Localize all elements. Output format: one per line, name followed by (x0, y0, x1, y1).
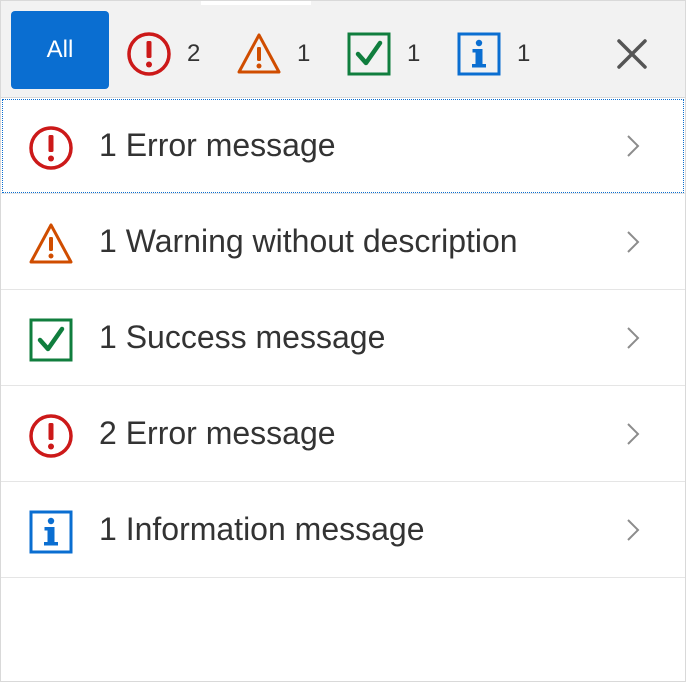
popover-arrow-notch (201, 1, 311, 5)
filter-error-button[interactable]: 2 (125, 29, 200, 79)
message-item[interactable]: 1 Error message (1, 98, 685, 194)
info-icon (27, 508, 75, 556)
filter-all-button[interactable]: All (11, 11, 109, 89)
message-title: 1 Information message (99, 511, 425, 547)
filter-error-count: 2 (187, 40, 201, 67)
warning-icon (27, 220, 75, 268)
filter-success-button[interactable]: 1 (345, 29, 420, 79)
chevron-right-icon (623, 516, 643, 544)
error-icon (125, 30, 173, 78)
filter-warning-button[interactable]: 1 (235, 29, 310, 79)
message-item[interactable]: 1 Information message (1, 482, 685, 578)
filter-all-label: All (46, 36, 74, 63)
close-icon (615, 37, 649, 71)
success-icon (345, 30, 393, 78)
filter-information-button[interactable]: 1 (455, 29, 530, 79)
message-title: 1 Success message (99, 319, 386, 355)
success-icon (27, 316, 75, 364)
message-title: 2 Error message (99, 415, 336, 451)
message-filter-bar: All 2 1 1 1 (1, 1, 685, 98)
info-icon (455, 30, 503, 78)
filter-success-count: 1 (407, 40, 421, 67)
message-title: 1 Warning without description (99, 223, 518, 259)
chevron-right-icon (623, 324, 643, 352)
error-icon (27, 412, 75, 460)
message-title: 1 Error message (99, 127, 336, 163)
filter-warning-count: 1 (297, 40, 311, 67)
warning-icon (235, 30, 283, 78)
message-list: 1 Error message 1 Warning without descri… (1, 98, 685, 578)
close-button[interactable] (607, 29, 657, 79)
chevron-right-icon (623, 228, 643, 256)
chevron-right-icon (623, 420, 643, 448)
message-item[interactable]: 2 Error message (1, 386, 685, 482)
chevron-right-icon (623, 132, 643, 160)
message-popover: All 2 1 1 1 1 Error message 1 Warning wi… (0, 0, 686, 682)
message-item[interactable]: 1 Success message (1, 290, 685, 386)
message-item[interactable]: 1 Warning without description (1, 194, 685, 290)
filter-information-count: 1 (517, 40, 531, 67)
error-icon (27, 124, 75, 172)
